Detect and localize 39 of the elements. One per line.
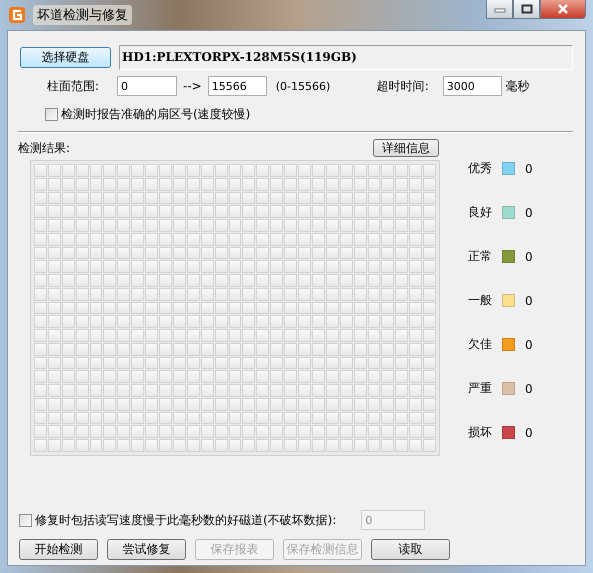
range-hint: (0-15566) bbox=[276, 80, 332, 92]
legend-label: 良好 bbox=[468, 204, 493, 221]
cylinder-range-label: 柱面范围: bbox=[47, 78, 100, 94]
legend-count: 0 bbox=[525, 250, 533, 264]
results-label: 检测结果: bbox=[18, 140, 70, 156]
maximize-icon bbox=[520, 4, 532, 14]
legend-count: 0 bbox=[525, 382, 533, 396]
action-button[interactable]: 尝试修复 bbox=[107, 539, 186, 560]
close-button[interactable] bbox=[540, 0, 586, 19]
legend-count: 0 bbox=[525, 294, 533, 308]
range-end-field[interactable]: 15566 bbox=[208, 76, 267, 96]
maximize-button[interactable] bbox=[513, 0, 540, 19]
close-icon bbox=[557, 4, 569, 14]
legend-label: 严重 bbox=[468, 380, 493, 397]
timeout-label: 超时时间: bbox=[376, 78, 430, 94]
legend-count: 0 bbox=[525, 162, 533, 176]
legend-label: 欠佳 bbox=[468, 336, 493, 353]
range-arrow: --> bbox=[183, 79, 202, 93]
action-button[interactable]: 开始检测 bbox=[19, 539, 98, 560]
minimize-button[interactable] bbox=[486, 0, 513, 19]
action-button[interactable]: 读取 bbox=[371, 539, 450, 560]
legend-label: 优秀 bbox=[468, 160, 493, 177]
timeout-field[interactable]: 3000 bbox=[442, 76, 502, 96]
legend-label: 正常 bbox=[468, 248, 493, 265]
legend-label: 损坏 bbox=[468, 424, 493, 441]
legend-count: 0 bbox=[525, 426, 533, 440]
window-title: 坏道检测与修复 bbox=[33, 5, 132, 25]
app-icon bbox=[9, 7, 25, 23]
repair-slow-label: 修复时包括读写速度慢于此毫秒数的好磁道(不破坏数据): bbox=[35, 512, 336, 528]
legend-count: 0 bbox=[525, 338, 533, 352]
disk-name-field: HD1:PLEXTORPX-128M5S(119GB) bbox=[119, 45, 573, 70]
legend-label: 一般 bbox=[468, 292, 493, 309]
timeout-unit: 毫秒 bbox=[506, 78, 530, 94]
details-button[interactable]: 详细信息 bbox=[373, 139, 439, 157]
legend-count: 0 bbox=[525, 206, 533, 220]
range-start-field[interactable]: 0 bbox=[117, 76, 177, 96]
report-exact-label: 检测时报告准确的扇区号(速度较慢) bbox=[61, 106, 250, 123]
checkbox[interactable] bbox=[45, 108, 58, 121]
select-disk-button[interactable]: 选择硬盘 bbox=[20, 47, 111, 68]
